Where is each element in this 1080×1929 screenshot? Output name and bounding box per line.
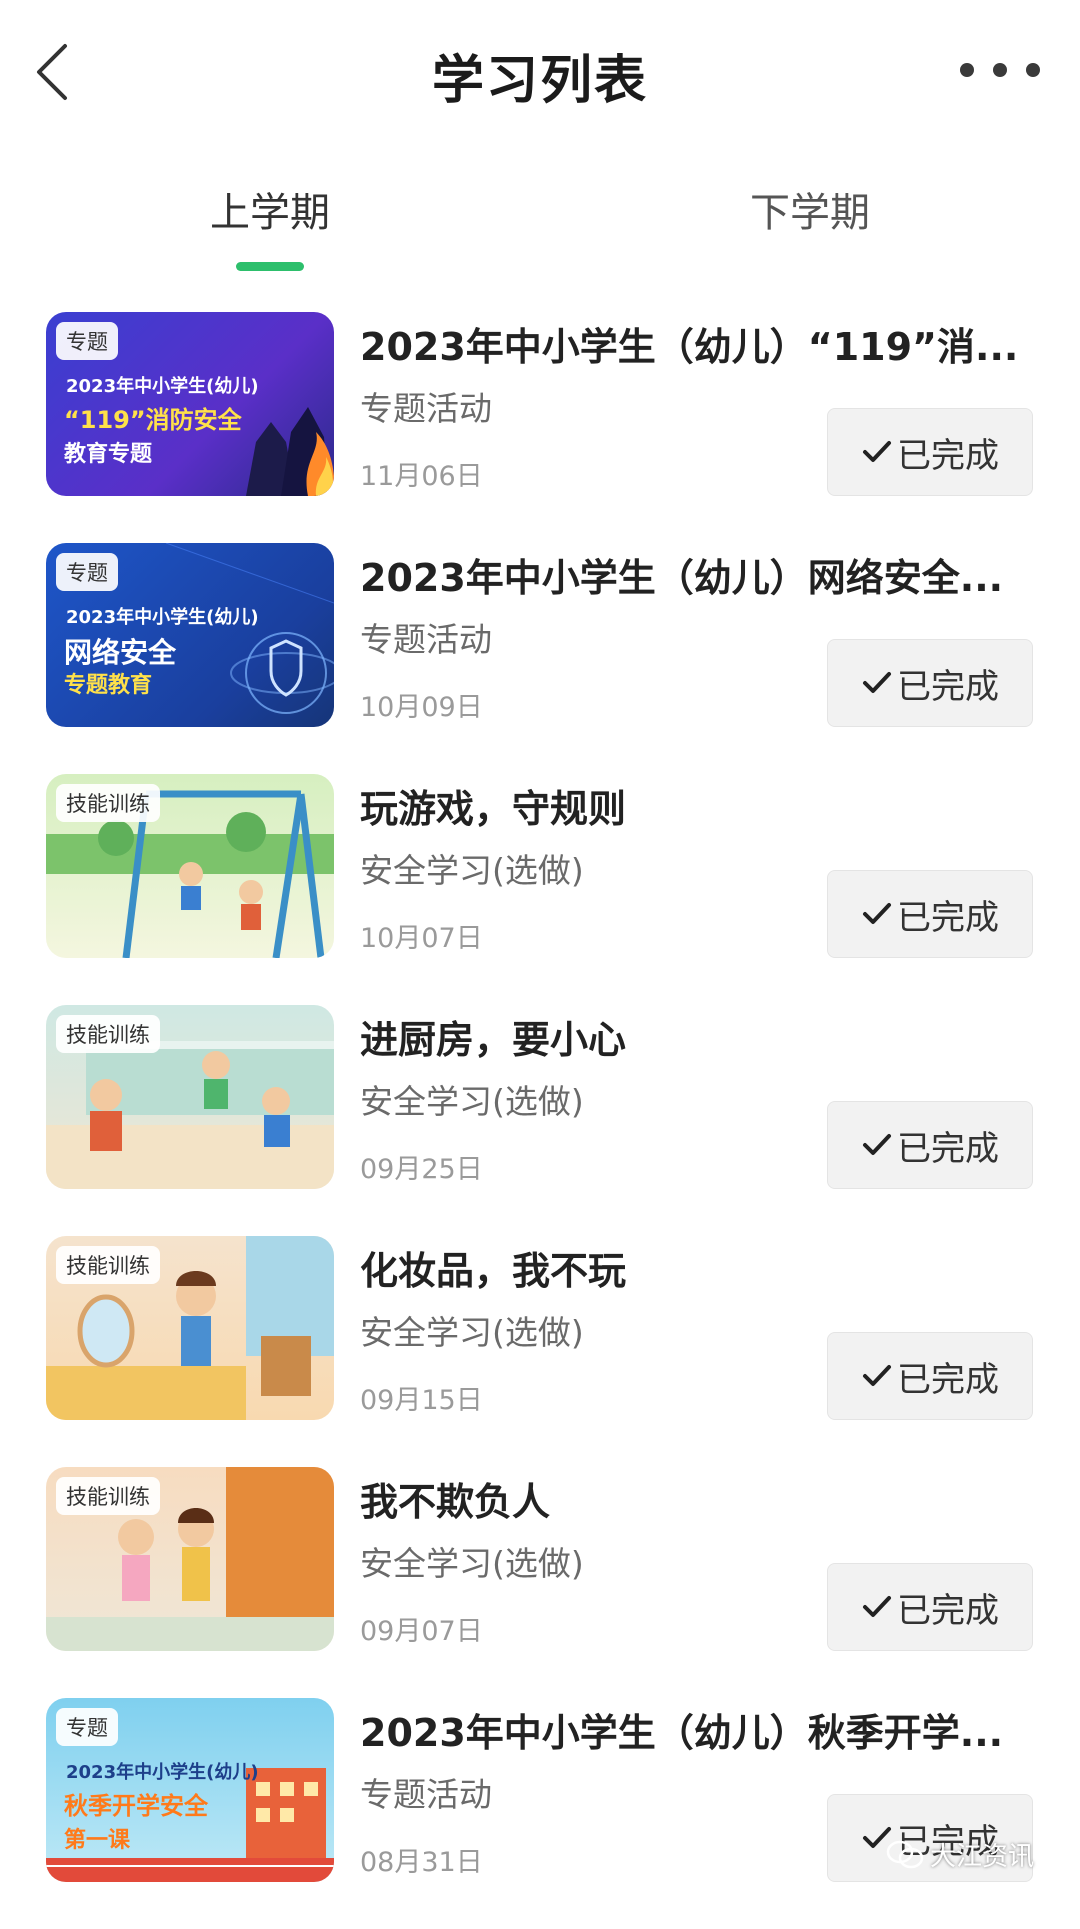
list-item[interactable]: 技能训练 我不欺负人 安全学习(选做) 09月07日 已完成 <box>0 1467 1080 1698</box>
category-badge: 专题 <box>56 553 118 591</box>
completed-button[interactable]: 已完成 <box>827 1563 1033 1651</box>
completed-button[interactable]: 已完成 <box>827 408 1033 496</box>
completed-label: 已完成 <box>897 666 999 707</box>
item-title: 玩游戏，守规则 <box>360 787 627 831</box>
item-title: 2023年中小学生（幼儿）“119”消... <box>360 325 1019 369</box>
active-tab-indicator <box>236 262 304 271</box>
item-thumbnail: 专题 2023年中小学生(幼儿) 秋季开学安全 第一课 <box>46 1698 334 1882</box>
item-thumbnail: 技能训练 <box>46 1236 334 1420</box>
list-item[interactable]: 专题 2023年中小学生(幼儿) 网络安全 专题教育 2023年中小学生（幼儿）… <box>0 543 1080 774</box>
thumb-caption-line3: 专题教育 <box>64 673 153 698</box>
completed-label: 已完成 <box>897 1128 999 1169</box>
item-title: 我不欺负人 <box>360 1480 551 1524</box>
thumb-caption-line1: 2023年中小学生(幼儿) <box>66 1762 259 1783</box>
thumb-caption-line2: “119”消防安全 <box>64 406 242 434</box>
check-icon <box>861 1360 893 1392</box>
item-category: 专题活动 <box>360 620 492 659</box>
item-thumbnail: 专题 2023年中小学生(幼儿) 网络安全 专题教育 <box>46 543 334 727</box>
source-watermark: 大江资讯 <box>886 1836 1034 1873</box>
item-category: 安全学习(选做) <box>360 1082 584 1121</box>
thumb-caption-line3: 第一课 <box>64 1828 131 1853</box>
completed-label: 已完成 <box>897 435 999 476</box>
item-date: 09月15日 <box>360 1385 483 1416</box>
completed-label: 已完成 <box>897 1590 999 1631</box>
thumb-caption-line1: 2023年中小学生(幼儿) <box>66 607 259 628</box>
item-date: 10月09日 <box>360 692 483 723</box>
list-item[interactable]: 专题 2023年中小学生(幼儿) 秋季开学安全 第一课 2023年中小学生（幼儿… <box>0 1698 1080 1929</box>
study-list: 专题 2023年中小学生(幼儿) “119”消防安全 教育专题 2023年中小学… <box>0 312 1080 1929</box>
list-item[interactable]: 技能训练 玩游戏，守规则 安全学习(选做) 10月07日 已完成 <box>0 774 1080 1005</box>
completed-button[interactable]: 已完成 <box>827 639 1033 727</box>
thumb-caption-line3: 教育专题 <box>64 442 153 467</box>
item-title: 2023年中小学生（幼儿）秋季开学... <box>360 1711 1004 1755</box>
item-date: 09月07日 <box>360 1616 483 1647</box>
item-thumbnail: 技能训练 <box>46 1467 334 1651</box>
list-item[interactable]: 技能训练 进厨房，要小心 安全学习(选做) 09月25日 已完成 <box>0 1005 1080 1236</box>
check-icon <box>861 898 893 930</box>
top-bar: 学习列表 <box>0 0 1080 140</box>
category-badge: 技能训练 <box>56 1246 160 1284</box>
completed-button[interactable]: 已完成 <box>827 870 1033 958</box>
item-category: 安全学习(选做) <box>360 1544 584 1583</box>
category-badge: 专题 <box>56 1708 118 1746</box>
item-category: 安全学习(选做) <box>360 1313 584 1352</box>
thumb-caption-line1: 2023年中小学生(幼儿) <box>66 376 259 397</box>
more-dot <box>1026 63 1040 77</box>
item-category: 专题活动 <box>360 1775 492 1814</box>
thumb-caption-line2: 网络安全 <box>64 636 177 669</box>
category-badge: 技能训练 <box>56 1015 160 1053</box>
more-horizontal-icon <box>960 63 974 77</box>
item-date: 08月31日 <box>360 1847 483 1878</box>
item-title: 化妆品，我不玩 <box>360 1249 627 1293</box>
category-badge: 技能训练 <box>56 784 160 822</box>
item-category: 安全学习(选做) <box>360 851 584 890</box>
semester-tabs: 上学期 下学期 <box>0 170 1080 280</box>
item-title: 进厨房，要小心 <box>360 1018 627 1062</box>
completed-label: 已完成 <box>897 1359 999 1400</box>
item-category: 专题活动 <box>360 389 492 428</box>
completed-button[interactable]: 已完成 <box>827 1332 1033 1420</box>
item-thumbnail: 技能训练 <box>46 774 334 958</box>
item-date: 09月25日 <box>360 1154 483 1185</box>
check-icon <box>861 436 893 468</box>
page-title: 学习列表 <box>431 51 648 111</box>
check-icon <box>861 1591 893 1623</box>
tab-second-semester[interactable]: 下学期 <box>660 180 960 238</box>
more-dot <box>993 63 1007 77</box>
item-title: 2023年中小学生（幼儿）网络安全... <box>360 556 1004 600</box>
list-item[interactable]: 专题 2023年中小学生(幼儿) “119”消防安全 教育专题 2023年中小学… <box>0 312 1080 543</box>
category-badge: 技能训练 <box>56 1477 160 1515</box>
wechat-icon <box>886 1840 924 1868</box>
more-options-button[interactable] <box>960 48 1040 92</box>
completed-button[interactable]: 已完成 <box>827 1101 1033 1189</box>
check-icon <box>861 667 893 699</box>
tab-first-semester[interactable]: 上学期 <box>120 180 420 238</box>
item-thumbnail: 技能训练 <box>46 1005 334 1189</box>
item-date: 10月07日 <box>360 923 483 954</box>
category-badge: 专题 <box>56 322 118 360</box>
item-date: 11月06日 <box>360 461 483 492</box>
watermark-text: 大江资讯 <box>930 1842 1035 1872</box>
completed-label: 已完成 <box>897 897 999 938</box>
check-icon <box>861 1129 893 1161</box>
item-thumbnail: 专题 2023年中小学生(幼儿) “119”消防安全 教育专题 <box>46 312 334 496</box>
thumb-caption-line2: 秋季开学安全 <box>64 1792 208 1820</box>
list-item[interactable]: 技能训练 化妆品，我不玩 安全学习(选做) 09月15日 已完成 <box>0 1236 1080 1467</box>
